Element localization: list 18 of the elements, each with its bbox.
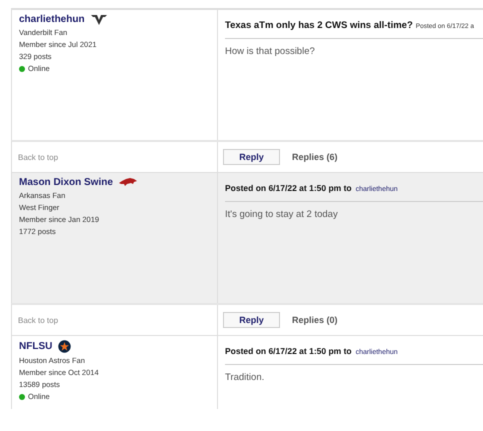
replies-link[interactable]: Replies (0) [292, 315, 338, 325]
back-to-top-link[interactable]: Back to top [18, 152, 58, 162]
reply-button[interactable]: Reply [223, 149, 280, 165]
star-badge-icon [58, 340, 72, 353]
username-link[interactable]: NFLSU [19, 341, 52, 352]
replies-link[interactable]: Replies (6) [292, 152, 338, 162]
back-to-top-link[interactable]: Back to top [18, 316, 58, 324]
post-date: Posted on 6/17/22 at 1:50 pm to [225, 346, 352, 356]
post-body: Tradition. [225, 371, 266, 383]
username-link[interactable]: charliethehun [19, 14, 85, 25]
username-link[interactable]: Mason Dixon Swine [19, 177, 113, 188]
team-logo-icon [90, 14, 107, 24]
post-body: How is that possible? [225, 45, 316, 57]
thread-title: Texas aTm only has 2 CWS wins all-time? [225, 20, 413, 31]
hog-icon [118, 178, 137, 187]
post-date: Posted on 6/17/22 at 1:50 pm to [225, 183, 352, 193]
reply-button[interactable]: Reply [223, 312, 280, 328]
post-body: It's going to stay at 2 today [225, 208, 339, 220]
